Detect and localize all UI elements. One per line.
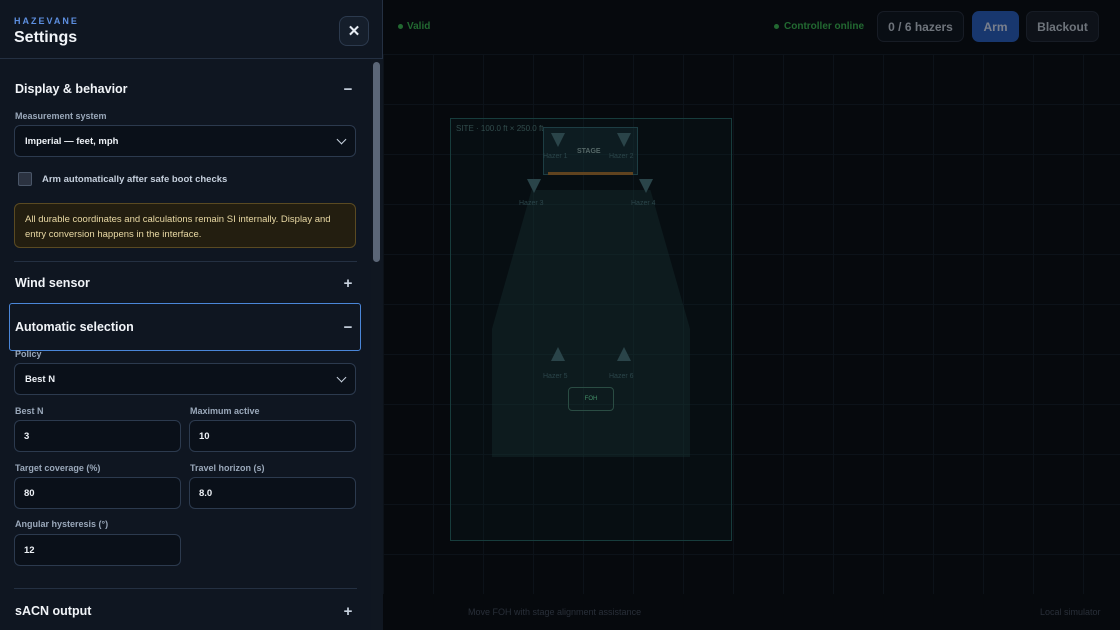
section-title: Automatic selection (15, 320, 134, 334)
target-coverage-label: Target coverage (%) (15, 463, 101, 473)
maximum-active-input[interactable]: 10 (189, 420, 356, 452)
settings-header: HAZEVANE Settings ✕ (0, 0, 383, 59)
section-wind-sensor[interactable]: Wind sensor + (15, 273, 355, 293)
travel-horizon-input[interactable]: 8.0 (189, 477, 356, 509)
section-divider (14, 261, 357, 262)
measurement-system-value: Imperial — feet, mph (25, 135, 119, 147)
chevron-down-icon (336, 372, 347, 382)
maximum-active-label: Maximum active (190, 406, 260, 416)
measurement-system-select[interactable]: Imperial — feet, mph (14, 125, 356, 157)
section-title: Wind sensor (15, 276, 90, 290)
settings-title: Settings (14, 29, 78, 46)
best-n-input[interactable]: 3 (14, 420, 181, 452)
collapse-icon[interactable]: − (341, 81, 355, 98)
policy-select[interactable]: Best N (14, 363, 356, 395)
section-automatic-selection[interactable]: Automatic selection − (15, 317, 355, 337)
section-divider (14, 588, 357, 589)
si-units-note: All durable coordinates and calculations… (14, 203, 356, 248)
collapse-icon[interactable]: − (341, 319, 355, 336)
travel-horizon-label: Travel horizon (s) (190, 463, 265, 473)
section-sacn-output[interactable]: sACN output + (15, 601, 355, 621)
scrollbar-thumb[interactable] (373, 62, 380, 262)
angular-hysteresis-input[interactable]: 12 (14, 534, 181, 566)
best-n-label: Best N (15, 406, 44, 416)
policy-value: Best N (25, 373, 56, 385)
auto-arm-checkbox[interactable] (18, 172, 32, 186)
close-button[interactable]: ✕ (339, 16, 369, 46)
angular-hysteresis-label: Angular hysteresis (°) (15, 519, 109, 529)
section-title: sACN output (15, 604, 92, 618)
section-title: Display & behavior (15, 82, 128, 96)
chevron-down-icon (336, 134, 347, 144)
close-icon: ✕ (347, 23, 361, 40)
expand-icon[interactable]: + (341, 603, 355, 620)
settings-panel: HAZEVANE Settings ✕ Display & behavior −… (0, 0, 383, 630)
expand-icon[interactable]: + (341, 275, 355, 292)
policy-label: Policy (15, 349, 42, 359)
auto-arm-label[interactable]: Arm automatically after safe boot checks (42, 174, 227, 185)
section-display-behavior[interactable]: Display & behavior − (15, 79, 355, 99)
target-coverage-input[interactable]: 80 (14, 477, 181, 509)
measurement-system-label: Measurement system (15, 111, 107, 121)
brand-label: HAZEVANE (14, 16, 79, 26)
